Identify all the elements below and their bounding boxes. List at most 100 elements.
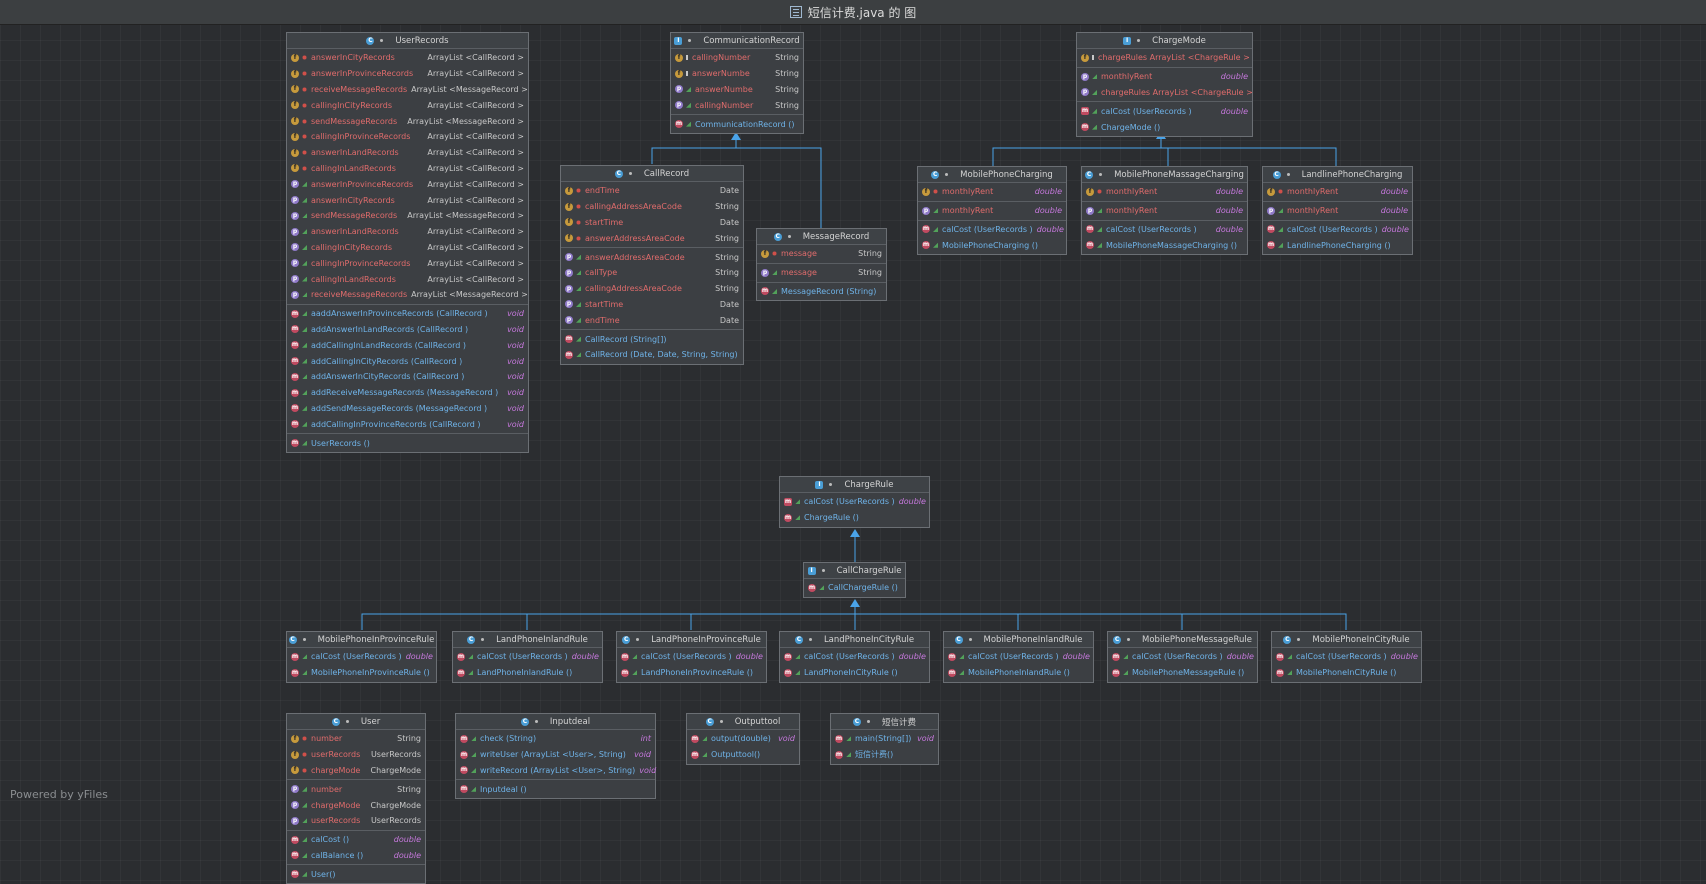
field-row[interactable]: f callingInCityRecords ArrayList <CallReco… <box>287 97 528 113</box>
class-box-call-record[interactable]: C CallRecord f endTime Date f callingAddressAr… <box>560 165 744 365</box>
method-row[interactable]: m CallRecord (Date, Date, String, String) <box>561 347 743 363</box>
class-box-communication-record[interactable]: I CommunicationRecord f callingNumber String… <box>670 32 804 134</box>
class-box-mobile-phone-in-province-rule[interactable]: C MobilePhoneInProvinceRule m calCost (User… <box>286 631 437 683</box>
class-box-message-record[interactable]: C MessageRecord f message String p message Stri… <box>756 228 887 302</box>
class-header[interactable]: I CallChargeRule <box>804 563 905 579</box>
method-row[interactable]: m MobilePhoneInlandRule () <box>944 665 1093 681</box>
method-row[interactable]: m calCost (UserRecords ) double <box>918 222 1066 238</box>
method-row[interactable]: m calBalance () double <box>287 848 425 864</box>
method-row[interactable]: m ChargeMode () <box>1077 119 1252 135</box>
field-row[interactable]: f answerInCityRecords ArrayList <CallRecor… <box>287 50 528 66</box>
field-row[interactable]: f sendMessageRecords ArrayList <MessageRec… <box>287 113 528 129</box>
class-header[interactable]: C UserRecords <box>287 33 528 49</box>
property-row[interactable]: p answerInLandRecords ArrayList <CallRecor… <box>287 224 528 240</box>
method-row[interactable]: m addCallingInProvinceRecords (CallRecord… <box>287 416 528 432</box>
class-box-user-records[interactable]: C UserRecords f answerInCityRecords ArrayLis… <box>286 32 529 453</box>
method-row[interactable]: m CallRecord (String[]) <box>561 331 743 347</box>
method-row[interactable]: m ChargeRule () <box>780 510 929 526</box>
class-header[interactable]: I ChargeRule <box>780 477 929 493</box>
field-row[interactable]: f callingNumber String <box>671 50 803 66</box>
method-row[interactable]: m MobilePhoneMassageCharging () <box>1082 237 1247 253</box>
class-box-user[interactable]: C User f number String f userRecords UserRecord… <box>286 713 426 884</box>
method-row[interactable]: m addAnswerInLandRecords (CallRecord ) voi… <box>287 322 528 338</box>
property-row[interactable]: p monthlyRent double <box>1077 69 1252 85</box>
class-box-land-phone-in-city-rule[interactable]: C LandPhoneInCityRule m calCost (UserRecord… <box>779 631 930 683</box>
class-box-landline-phone-charging[interactable]: C LandlinePhoneCharging f monthlyRent double… <box>1262 166 1413 256</box>
method-row[interactable]: m Outputtool() <box>687 747 799 763</box>
method-row[interactable]: m addCallingInLandRecords (CallRecord ) vo… <box>287 337 528 353</box>
method-row[interactable]: m User() <box>287 866 425 882</box>
method-row[interactable]: m calCost (UserRecords ) double <box>944 649 1093 665</box>
class-box-outputtool[interactable]: C Outputtool m output(double) void m Outputtoo… <box>686 713 800 765</box>
field-row[interactable]: f chargeRules ArrayList <ChargeRule > <box>1077 50 1252 66</box>
method-row[interactable]: m calCost (UserRecords ) double <box>780 649 929 665</box>
property-row[interactable]: p message String <box>757 265 886 281</box>
method-row[interactable]: m 短信计费() <box>831 747 938 763</box>
method-row[interactable]: m calCost (UserRecords ) double <box>1077 103 1252 119</box>
property-row[interactable]: p chargeMode ChargeMode <box>287 797 425 813</box>
property-row[interactable]: p chargeRules ArrayList <ChargeRule > <box>1077 85 1253 101</box>
method-row[interactable]: m calCost (UserRecords ) double <box>287 649 436 665</box>
property-row[interactable]: p callingAddressAreaCode String <box>561 281 743 297</box>
method-row[interactable]: m LandPhoneInProvinceRule () <box>617 665 766 681</box>
method-row[interactable]: m LandPhoneInlandRule () <box>453 665 602 681</box>
property-row[interactable]: p startTime Date <box>561 297 743 313</box>
method-row[interactable]: m MobilePhoneMessageRule () <box>1108 665 1257 681</box>
field-row[interactable]: f callingAddressAreaCode String <box>561 199 743 215</box>
method-row[interactable]: m CommunicationRecord () <box>671 116 803 132</box>
method-row[interactable]: m calCost (UserRecords ) double <box>780 494 929 510</box>
class-header[interactable]: C LandlinePhoneCharging <box>1263 167 1412 183</box>
method-row[interactable]: m calCost (UserRecords ) double <box>453 649 602 665</box>
class-box-land-phone-inland-rule[interactable]: C LandPhoneInlandRule m calCost (UserRecord… <box>452 631 603 683</box>
field-row[interactable]: f receiveMessageRecords ArrayList <Message… <box>287 82 528 98</box>
method-row[interactable]: m addReceiveMessageRecords (MessageRecord… <box>287 385 528 401</box>
property-row[interactable]: p answerNumbe String <box>671 82 803 98</box>
method-row[interactable]: m LandPhoneInCityRule () <box>780 665 929 681</box>
property-row[interactable]: p userRecords UserRecords <box>287 813 425 829</box>
class-header[interactable]: C LandPhoneInlandRule <box>453 632 602 648</box>
method-row[interactable]: m check (String) int <box>456 731 655 747</box>
field-row[interactable]: f message String <box>757 246 886 262</box>
property-row[interactable]: p answerAddressAreaCode String <box>561 249 743 265</box>
field-row[interactable]: f chargeMode ChargeMode <box>287 763 425 779</box>
property-row[interactable]: p callingInProvinceRecords ArrayList <Call… <box>287 255 528 271</box>
class-box-mobile-phone-in-city-rule[interactable]: C MobilePhoneInCityRule m calCost (UserReco… <box>1271 631 1422 683</box>
class-header[interactable]: C Outputtool <box>687 714 799 730</box>
property-row[interactable]: p monthlyRent double <box>1082 203 1247 219</box>
property-row[interactable]: p callingInCityRecords ArrayList <CallReco… <box>287 240 528 256</box>
class-box-land-phone-in-province-rule[interactable]: C LandPhoneInProvinceRule m calCost (UserRe… <box>616 631 767 683</box>
class-header[interactable]: C MobilePhoneMassageCharging <box>1082 167 1247 183</box>
field-row[interactable]: f monthlyRent double <box>1263 184 1412 200</box>
field-row[interactable]: f answerInProvinceRecords ArrayList <CallR… <box>287 66 528 82</box>
property-row[interactable]: p callingNumber String <box>671 97 803 113</box>
class-box-mobile-phone-inland-rule[interactable]: C MobilePhoneInlandRule m calCost (UserReco… <box>943 631 1094 683</box>
method-row[interactable]: m addSendMessageRecords (MessageRecord ) v… <box>287 401 528 417</box>
field-row[interactable]: f number String <box>287 731 425 747</box>
property-row[interactable]: p monthlyRent double <box>918 203 1066 219</box>
class-box-mobile-phone-massage-charging[interactable]: C MobilePhoneMassageCharging f monthlyRent d… <box>1081 166 1248 256</box>
field-row[interactable]: f endTime Date <box>561 183 743 199</box>
method-row[interactable]: m calCost (UserRecords ) double <box>1272 649 1421 665</box>
class-box-mobile-phone-message-rule[interactable]: C MobilePhoneMessageRule m calCost (UserRec… <box>1107 631 1258 683</box>
class-header[interactable]: C Inputdeal <box>456 714 655 730</box>
class-box-main[interactable]: C 短信计费 m main(String[]) void m 短信计费() <box>830 713 939 765</box>
method-row[interactable]: m writeRecord (ArrayList <User>, String) v… <box>456 763 656 779</box>
class-header[interactable]: I CommunicationRecord <box>671 33 803 49</box>
field-row[interactable]: f callingInLandRecords ArrayList <CallReco… <box>287 161 528 177</box>
field-row[interactable]: f monthlyRent double <box>918 184 1066 200</box>
class-box-call-charge-rule[interactable]: I CallChargeRule m CallChargeRule () <box>803 562 906 598</box>
property-row[interactable]: p callType String <box>561 265 743 281</box>
field-row[interactable]: f userRecords UserRecords <box>287 747 425 763</box>
method-row[interactable]: m CallChargeRule () <box>804 580 905 596</box>
class-box-charge-rule[interactable]: I ChargeRule m calCost (UserRecords ) double… <box>779 476 930 528</box>
field-row[interactable]: f answerAddressAreaCode String <box>561 230 743 246</box>
method-row[interactable]: m writeUser (ArrayList <User>, String) voi… <box>456 747 655 763</box>
field-row[interactable]: f monthlyRent double <box>1082 184 1247 200</box>
property-row[interactable]: p monthlyRent double <box>1263 203 1412 219</box>
property-row[interactable]: p receiveMessageRecords ArrayList <Message… <box>287 287 528 303</box>
method-row[interactable]: m Inputdeal () <box>456 781 655 797</box>
property-row[interactable]: p sendMessageRecords ArrayList <MessageRec… <box>287 208 528 224</box>
method-row[interactable]: m addAnswerInCityRecords (CallRecord ) voi… <box>287 369 528 385</box>
class-header[interactable]: C User <box>287 714 425 730</box>
class-header[interactable]: C MobilePhoneInlandRule <box>944 632 1093 648</box>
